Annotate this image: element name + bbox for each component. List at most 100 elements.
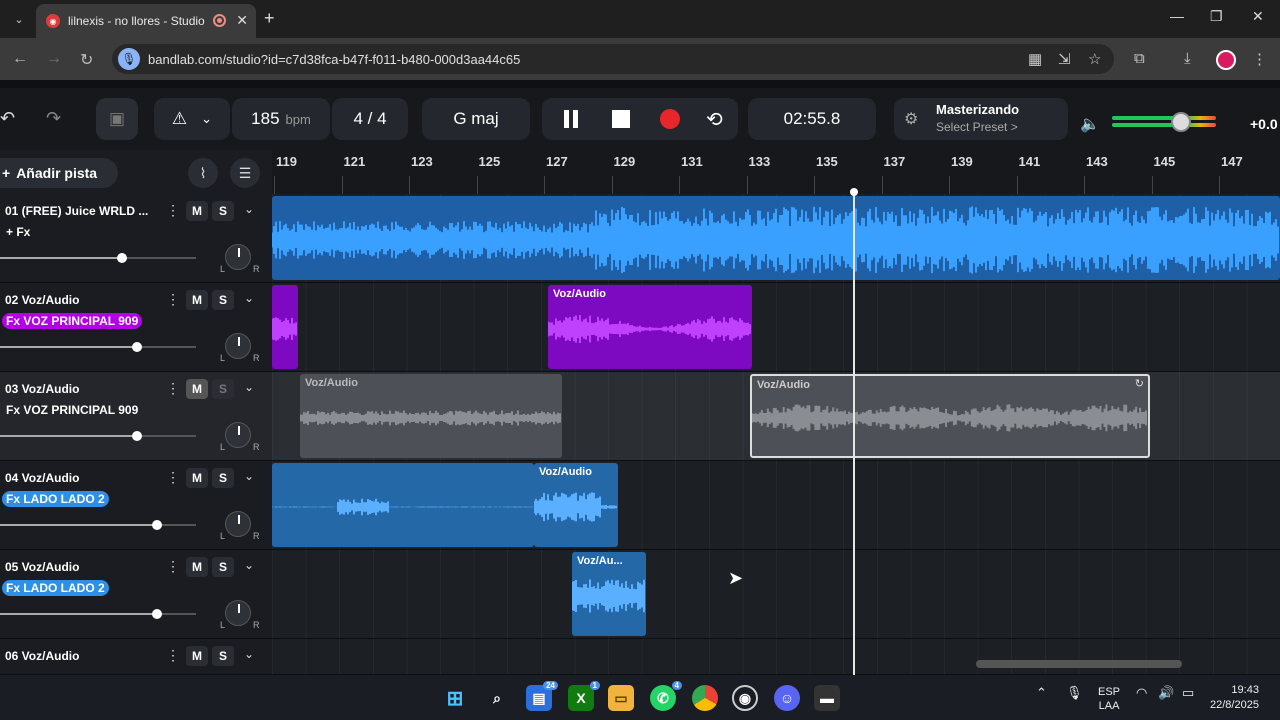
download-icon[interactable]: ⤓: [1184, 50, 1191, 67]
tempo-field[interactable]: 185 bpm: [232, 98, 330, 140]
language-indicator[interactable]: ESP LAA: [1098, 685, 1120, 713]
mute-button[interactable]: M: [186, 557, 208, 577]
mute-button[interactable]: M: [186, 379, 208, 399]
track-expand-chevron-icon[interactable]: ⌄: [244, 291, 254, 305]
track-menu-icon[interactable]: ⋮: [166, 202, 180, 219]
master-volume-knob[interactable]: [1170, 112, 1191, 132]
tab-search-icon[interactable]: ⌄: [8, 8, 30, 30]
widgets-icon[interactable]: ▤ 24: [526, 681, 558, 711]
track-volume-handle[interactable]: [132, 431, 143, 441]
browser-tab[interactable]: ◉ lilnexis - no llores - Studio ✕: [36, 4, 256, 38]
track-fx-badge[interactable]: Fx VOZ PRINCIPAL 909: [2, 313, 143, 329]
track-lane-3[interactable]: Voz/Audio Voz/Audio ↻: [272, 372, 1280, 461]
timeline[interactable]: 119 121 123 125 127 129 131 133 135 137 139 141 143 1…: [272, 150, 1280, 675]
record-icon[interactable]: [660, 109, 680, 129]
track-volume-handle[interactable]: [151, 609, 162, 619]
bar-ruler[interactable]: 119 121 123 125 127 129 131 133 135 137 139 141 143 1…: [272, 150, 1280, 194]
pan-knob[interactable]: [225, 422, 251, 448]
pan-knob[interactable]: [225, 511, 251, 537]
key-field[interactable]: G maj: [422, 98, 530, 140]
url-field[interactable]: 🎙 bandlab.com/studio?id=c7d38fca-b47f-f0…: [112, 44, 1114, 74]
solo-button[interactable]: S: [212, 290, 234, 310]
back-icon[interactable]: ←: [12, 50, 28, 68]
reload-icon[interactable]: ↻: [80, 50, 93, 70]
track-lane-4[interactable]: Voz/Audio: [272, 461, 1280, 550]
minimize-icon[interactable]: —: [1170, 8, 1184, 24]
track-menu-icon[interactable]: ⋮: [166, 380, 180, 397]
audio-clip[interactable]: Voz/Audio: [548, 285, 752, 369]
track-header[interactable]: 03 Voz/Audio Fx VOZ PRINCIPAL 909 ⋮ M S ⌄ L R: [0, 372, 272, 461]
pause-icon[interactable]: [564, 110, 578, 128]
track-lane-6[interactable]: [272, 639, 1280, 675]
bookmark-star-icon[interactable]: ☆: [1088, 50, 1101, 68]
tray-chevron-up-icon[interactable]: ⌃: [1036, 685, 1047, 701]
track-menu-icon[interactable]: ⋮: [166, 469, 180, 486]
playhead[interactable]: [850, 188, 858, 675]
track-header[interactable]: 05 Voz/Audio Fx LADO LADO 2 ⋮ M S ⌄ L R: [0, 550, 272, 639]
track-header[interactable]: 02 Voz/Audio Fx VOZ PRINCIPAL 909 ⋮ M S ⌄ L R: [0, 283, 272, 372]
track-header[interactable]: 04 Voz/Audio Fx LADO LADO 2 ⋮ M S ⌄ L R: [0, 461, 272, 550]
xbox-icon[interactable]: X1: [568, 681, 600, 711]
audio-clip[interactable]: [272, 196, 1280, 280]
profile-avatar[interactable]: [1216, 50, 1236, 70]
windows-start-icon[interactable]: ⊞: [442, 685, 468, 711]
solo-button[interactable]: S: [212, 557, 234, 577]
mute-button[interactable]: M: [186, 290, 208, 310]
track-lane-2[interactable]: Voz/Audio: [272, 283, 1280, 372]
master-volume-slider[interactable]: [1112, 112, 1216, 132]
file-explorer-icon[interactable]: ▭: [608, 685, 634, 711]
new-tab-icon[interactable]: +: [264, 8, 275, 29]
horizontal-scrollbar[interactable]: [976, 660, 1182, 668]
mute-button[interactable]: M: [186, 468, 208, 488]
master-volume-icon[interactable]: 🔈: [1080, 114, 1100, 134]
solo-button[interactable]: S: [212, 379, 234, 399]
wifi-icon[interactable]: ◠: [1136, 685, 1147, 701]
maximize-icon[interactable]: ❐: [1210, 8, 1223, 25]
track-expand-chevron-icon[interactable]: ⌄: [244, 558, 254, 572]
pan-knob[interactable]: [225, 333, 251, 359]
whatsapp-icon[interactable]: ✆ 4: [650, 681, 682, 711]
track-expand-chevron-icon[interactable]: ⌄: [244, 202, 254, 216]
track-expand-chevron-icon[interactable]: ⌄: [244, 647, 254, 661]
solo-button[interactable]: S: [212, 201, 234, 221]
loop-clip-icon[interactable]: ↻: [1135, 377, 1144, 390]
speaker-icon[interactable]: 🔊: [1158, 685, 1174, 701]
track-menu-icon[interactable]: ⋮: [166, 647, 180, 664]
audio-clip[interactable]: [272, 463, 534, 547]
track-name[interactable]: 06 Voz/Audio: [5, 649, 79, 663]
audio-clip[interactable]: Voz/Audio: [300, 374, 562, 458]
audio-clip[interactable]: Voz/Au...: [572, 552, 646, 636]
track-expand-chevron-icon[interactable]: ⌄: [244, 380, 254, 394]
chrome-icon[interactable]: [692, 685, 718, 711]
mastering-button[interactable]: ⚙ Masterizando Select Preset >: [894, 98, 1068, 140]
track-menu-icon[interactable]: ⋮: [166, 558, 180, 575]
track-volume-handle[interactable]: [116, 253, 127, 263]
site-info-icon[interactable]: 🎙: [118, 48, 140, 70]
track-volume-handle[interactable]: [151, 520, 162, 530]
pan-knob[interactable]: [225, 244, 251, 270]
automation-icon[interactable]: ⌇: [188, 158, 218, 188]
microphone-icon[interactable]: 🎙: [1066, 685, 1083, 701]
track-fx-badge[interactable]: Fx LADO LADO 2: [2, 580, 109, 596]
undo-icon[interactable]: ↶: [0, 108, 15, 129]
solo-button[interactable]: S: [212, 468, 234, 488]
track-volume-slider[interactable]: [0, 431, 196, 441]
track-volume-slider[interactable]: [0, 342, 196, 352]
track-volume-slider[interactable]: [0, 609, 196, 619]
close-window-icon[interactable]: ✕: [1252, 8, 1264, 25]
mastering-preset[interactable]: Select Preset >: [936, 120, 1018, 134]
system-clock[interactable]: 19:43 22/8/2025: [1210, 683, 1259, 713]
mute-button[interactable]: M: [186, 201, 208, 221]
panel-toggle-button[interactable]: ▣: [96, 98, 138, 140]
track-name[interactable]: 04 Voz/Audio: [5, 471, 79, 485]
track-header[interactable]: 06 Voz/Audio ⋮ M S ⌄: [0, 639, 272, 675]
search-icon[interactable]: ⌕: [484, 685, 510, 711]
obs-icon[interactable]: ◉: [732, 685, 758, 711]
audio-clip[interactable]: Voz/Audio: [534, 463, 618, 547]
tab-close-icon[interactable]: ✕: [236, 12, 248, 29]
mixer-icon[interactable]: ☰: [230, 158, 260, 188]
add-track-button[interactable]: + Añadir pista: [0, 158, 118, 188]
pan-knob[interactable]: [225, 600, 251, 626]
track-name[interactable]: 02 Voz/Audio: [5, 293, 79, 307]
track-expand-chevron-icon[interactable]: ⌄: [244, 469, 254, 483]
